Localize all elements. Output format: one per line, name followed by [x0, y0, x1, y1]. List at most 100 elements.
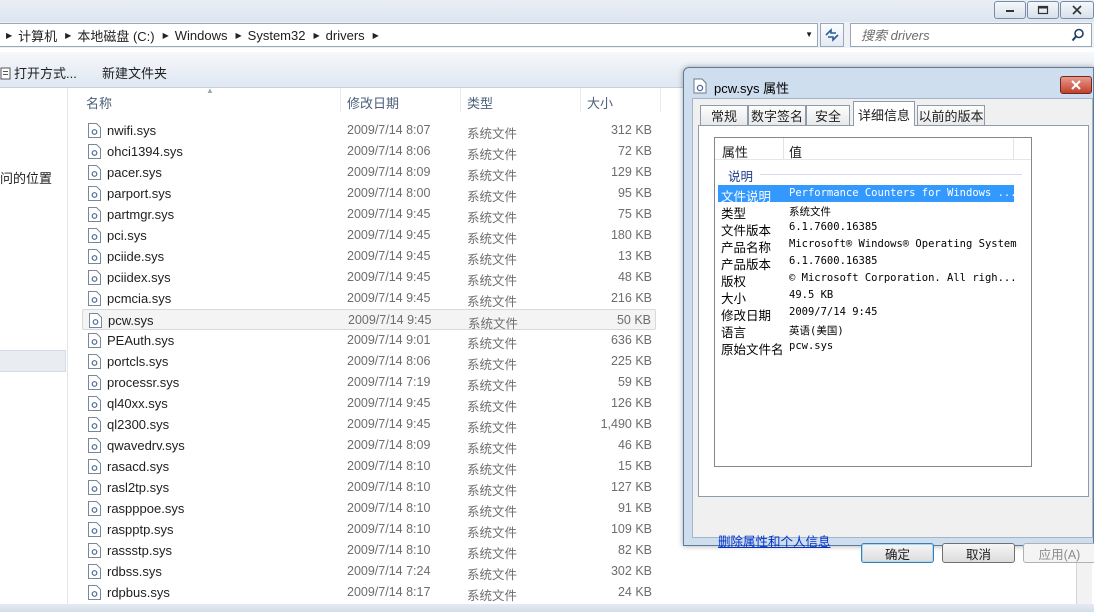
file-row[interactable]: rasl2tp.sys 2009/7/14 8:10 系统文件 127 KB	[82, 477, 656, 498]
tab-details[interactable]: 详细信息	[853, 101, 915, 126]
nav-item-selected[interactable]	[0, 350, 66, 372]
tab-general[interactable]: 常规	[700, 105, 748, 125]
file-row[interactable]: rdpbus.sys 2009/7/14 8:17 系统文件 24 KB	[82, 582, 656, 603]
file-row[interactable]: rasacd.sys 2009/7/14 8:10 系统文件 15 KB	[82, 456, 656, 477]
column-divider[interactable]	[783, 138, 784, 160]
property-row[interactable]: 产品版本 6.1.7600.16385	[718, 253, 1014, 272]
file-row[interactable]: partmgr.sys 2009/7/14 9:45 系统文件 75 KB	[82, 204, 656, 225]
chevron-down-icon[interactable]: ▼	[805, 30, 813, 39]
tab-security[interactable]: 安全	[806, 105, 850, 125]
chevron-right-icon[interactable]: ▶	[163, 31, 169, 40]
property-row[interactable]: 修改日期 2009/7/14 9:45	[718, 304, 1014, 323]
open-with-button[interactable]: 打开方式...	[0, 63, 77, 82]
group-divider	[760, 174, 1022, 175]
chevron-right-icon[interactable]: ▶	[6, 31, 12, 40]
file-row[interactable]: rdbss.sys 2009/7/14 7:24 系统文件 302 KB	[82, 561, 656, 582]
chevron-right-icon[interactable]: ▶	[65, 31, 71, 40]
column-header-size[interactable]: 大小	[587, 93, 613, 112]
column-header-property[interactable]: 属性	[722, 142, 748, 161]
file-row[interactable]: raspppoe.sys 2009/7/14 8:10 系统文件 91 KB	[82, 498, 656, 519]
property-row[interactable]: 类型 系统文件	[718, 202, 1014, 221]
property-row[interactable]: 大小 49.5 KB	[718, 287, 1014, 306]
nav-item-recent-places[interactable]: 问的位置	[0, 168, 52, 187]
remove-properties-link[interactable]: 删除属性和个人信息	[718, 531, 831, 550]
chevron-right-icon[interactable]: ▶	[236, 31, 242, 40]
column-header-date[interactable]: 修改日期	[347, 93, 399, 112]
file-row[interactable]: parport.sys 2009/7/14 8:00 系统文件 95 KB	[82, 183, 656, 204]
column-header-value[interactable]: 值	[789, 142, 802, 161]
chevron-right-icon[interactable]: ▶	[373, 31, 379, 40]
file-size: 13 KB	[617, 249, 652, 263]
breadcrumb-local-disk[interactable]: 本地磁盘 (C:)	[77, 26, 154, 45]
address-bar[interactable]: ▶ 计算机 ▶ 本地磁盘 (C:) ▶ Windows ▶ System32 ▶…	[0, 23, 818, 47]
column-divider[interactable]	[460, 88, 461, 112]
column-header-name[interactable]: 名称	[86, 93, 112, 112]
search-input[interactable]	[861, 27, 1061, 43]
file-row[interactable]: pciide.sys 2009/7/14 9:45 系统文件 13 KB	[82, 246, 656, 267]
apply-button[interactable]: 应用(A)	[1023, 543, 1094, 563]
refresh-button[interactable]	[820, 23, 844, 47]
breadcrumb-drivers[interactable]: drivers	[326, 28, 365, 43]
file-size: 15 KB	[617, 459, 652, 473]
file-row[interactable]: ql40xx.sys 2009/7/14 9:45 系统文件 126 KB	[82, 393, 656, 414]
property-row[interactable]: 语言 英语(美国)	[718, 321, 1014, 340]
breadcrumb-system32[interactable]: System32	[248, 28, 306, 43]
property-row[interactable]: 文件版本 6.1.7600.16385	[718, 219, 1014, 238]
tab-digital-signatures[interactable]: 数字签名	[748, 105, 806, 125]
new-folder-button[interactable]: 新建文件夹	[102, 63, 167, 82]
property-group-label: 说明	[728, 170, 754, 184]
file-size: 59 KB	[617, 375, 652, 389]
file-date: 2009/7/14 9:45	[347, 417, 431, 431]
file-type: 系统文件	[467, 211, 518, 225]
property-list-header: 属性 值	[715, 138, 1031, 160]
close-button[interactable]	[1060, 1, 1094, 19]
dialog-close-button[interactable]	[1060, 76, 1092, 94]
ok-button[interactable]: 确定	[861, 543, 934, 563]
file-row[interactable]: portcls.sys 2009/7/14 8:06 系统文件 225 KB	[82, 351, 656, 372]
column-header-type[interactable]: 类型	[467, 93, 493, 112]
column-headers: ▲ 名称 修改日期 类型 大小	[70, 88, 682, 112]
minimize-button[interactable]	[994, 1, 1026, 19]
file-row[interactable]: raspptp.sys 2009/7/14 8:10 系统文件 109 KB	[82, 519, 656, 540]
chevron-right-icon[interactable]: ▶	[313, 31, 319, 40]
file-row[interactable]: pciidex.sys 2009/7/14 9:45 系统文件 48 KB	[82, 267, 656, 288]
cancel-button[interactable]: 取消	[942, 543, 1015, 563]
property-row[interactable]: 产品名称 Microsoft® Windows® Operating System	[718, 236, 1017, 255]
file-size: 48 KB	[617, 270, 652, 284]
sort-ascending-icon: ▲	[206, 88, 214, 95]
breadcrumb-computer[interactable]: 计算机	[18, 26, 57, 45]
property-row[interactable]: 原始文件名 pcw.sys	[718, 338, 1014, 357]
file-name: qwavedrv.sys	[107, 438, 185, 453]
file-row[interactable]: qwavedrv.sys 2009/7/14 8:09 系统文件 46 KB	[82, 435, 656, 456]
file-size: 312 KB	[610, 123, 652, 137]
column-divider[interactable]	[1013, 138, 1014, 160]
file-row[interactable]: pacer.sys 2009/7/14 8:09 系统文件 129 KB	[82, 162, 656, 183]
file-row[interactable]: PEAuth.sys 2009/7/14 9:01 系统文件 636 KB	[82, 330, 656, 351]
file-date: 2009/7/14 7:24	[347, 564, 431, 578]
column-divider[interactable]	[580, 88, 581, 112]
column-divider[interactable]	[340, 88, 341, 112]
file-size: 46 KB	[617, 438, 652, 452]
file-row[interactable]: processr.sys 2009/7/14 7:19 系统文件 59 KB	[82, 372, 656, 393]
file-row[interactable]: rassstp.sys 2009/7/14 8:10 系统文件 82 KB	[82, 540, 656, 561]
file-date: 2009/7/14 8:00	[347, 186, 431, 200]
maximize-button[interactable]	[1027, 1, 1059, 19]
column-divider[interactable]	[660, 88, 661, 112]
file-name: raspptp.sys	[107, 522, 174, 537]
file-row[interactable]: ql2300.sys 2009/7/14 9:45 系统文件 1,490 KB	[82, 414, 656, 435]
tab-previous-versions[interactable]: 以前的版本	[917, 105, 985, 125]
property-value: 英语(美国)	[789, 325, 844, 337]
file-size: 91 KB	[617, 501, 652, 515]
file-row[interactable]: ohci1394.sys 2009/7/14 8:06 系统文件 72 KB	[82, 141, 656, 162]
breadcrumb-windows[interactable]: Windows	[175, 28, 228, 43]
file-row[interactable]: pcmcia.sys 2009/7/14 9:45 系统文件 216 KB	[82, 288, 656, 309]
file-name: portcls.sys	[107, 354, 169, 369]
property-row[interactable]: 文件说明 Performance Counters for Windows ...	[718, 185, 1017, 204]
file-row[interactable]: pcw.sys 2009/7/14 9:45 系统文件 50 KB	[82, 309, 656, 331]
property-list[interactable]: 属性 值 说明 文件说明 Performance Counters for Win…	[714, 137, 1032, 467]
property-row[interactable]: 版权 © Microsoft Corporation. All righ...	[718, 270, 1017, 289]
file-type: 系统文件	[467, 274, 518, 288]
file-row[interactable]: pci.sys 2009/7/14 9:45 系统文件 180 KB	[82, 225, 656, 246]
search-icon[interactable]	[1071, 28, 1085, 42]
file-row[interactable]: nwifi.sys 2009/7/14 8:07 系统文件 312 KB	[82, 120, 656, 141]
